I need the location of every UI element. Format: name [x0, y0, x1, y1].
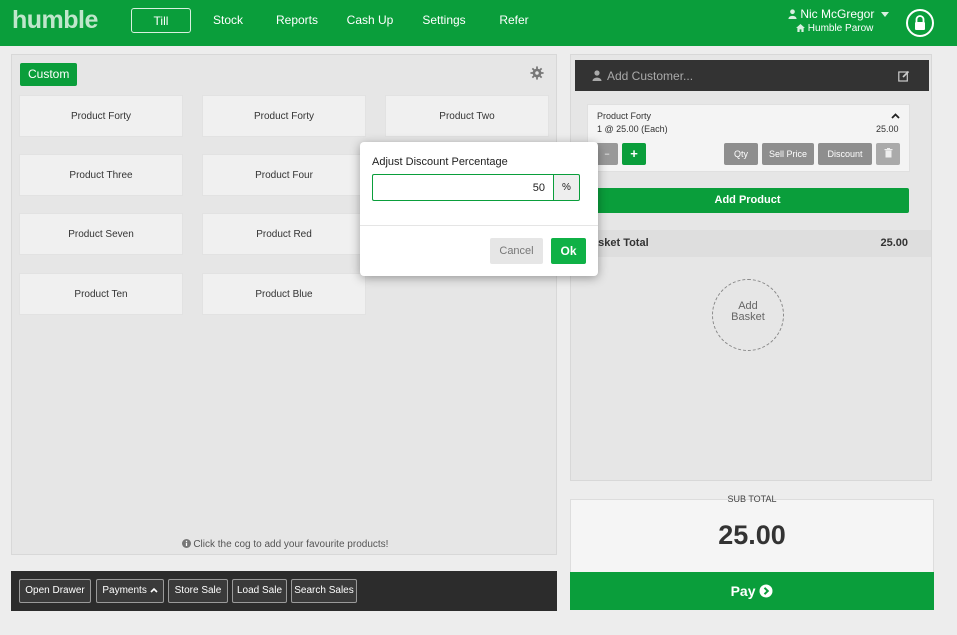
product-tile[interactable]: Product Seven [19, 213, 183, 255]
basket-panel: Add Customer... Product Forty 1 @ 25.00 … [570, 54, 932, 481]
pay-button[interactable]: Pay [570, 572, 934, 610]
subtotal-label: SUB TOTAL [727, 494, 777, 504]
store-name: Humble Parow [807, 23, 874, 34]
user-icon [788, 9, 797, 19]
qty-button[interactable]: Qty [724, 143, 758, 165]
load-sale-button[interactable]: Load Sale [232, 579, 287, 603]
info-icon [181, 539, 191, 548]
product-tile[interactable]: Product Three [19, 154, 183, 196]
top-bar: humble Till Stock Reports Cash Up Settin… [0, 0, 957, 46]
add-product-button[interactable]: Add Product [586, 188, 909, 213]
product-tile[interactable]: Product Two [385, 95, 549, 137]
payments-label: Payments [102, 585, 147, 596]
line-item-total: 25.00 [876, 124, 899, 134]
chevron-up-icon [150, 587, 158, 593]
increment-button[interactable]: + [622, 143, 646, 165]
basket-total-label: asket Total [592, 237, 649, 249]
user-menu[interactable]: Nic McGregor Humble Parow [788, 7, 889, 34]
user-icon [592, 70, 602, 81]
customer-header[interactable]: Add Customer... [575, 60, 929, 91]
product-tile[interactable]: Product Four [202, 154, 366, 196]
discount-percentage-input[interactable] [372, 174, 554, 201]
user-name-row: Nic McGregor [788, 7, 889, 21]
home-icon [796, 24, 805, 32]
nav-refer[interactable]: Refer [494, 8, 534, 33]
trash-icon [884, 148, 892, 158]
favourites-hint: Click the cog to add your favourite prod… [12, 539, 558, 550]
bottom-action-bar: Open Drawer Payments Store Sale Load Sal… [11, 571, 557, 611]
product-tile[interactable]: Product Blue [202, 273, 366, 315]
search-sales-button[interactable]: Search Sales [291, 579, 357, 603]
user-name: Nic McGregor [800, 7, 875, 21]
nav-reports[interactable]: Reports [272, 8, 322, 33]
basket-total-value: 25.00 [880, 237, 908, 249]
cancel-button[interactable]: Cancel [490, 238, 543, 264]
line-item-detail: 1 @ 25.00 (Each) [597, 124, 668, 134]
product-tile[interactable]: Product Ten [19, 273, 183, 315]
store-sale-button[interactable]: Store Sale [168, 579, 228, 603]
delete-button[interactable] [876, 143, 900, 165]
ok-button[interactable]: Ok [551, 238, 586, 264]
percent-addon: % [553, 174, 580, 201]
add-basket-line2: Basket [731, 311, 765, 323]
arrow-circle-right-icon [759, 584, 773, 598]
nav-settings[interactable]: Settings [418, 8, 470, 33]
sell-price-button[interactable]: Sell Price [762, 143, 814, 165]
edit-icon[interactable] [898, 70, 910, 82]
add-customer-label: Add Customer... [607, 69, 694, 83]
modal-title: Adjust Discount Percentage [372, 156, 508, 168]
basket-total-row: asket Total 25.00 [586, 230, 931, 257]
logo: humble [12, 6, 98, 34]
decrement-button[interactable]: − [596, 143, 618, 165]
add-basket-button[interactable]: Add Basket [712, 279, 784, 351]
nav-till[interactable]: Till [131, 8, 191, 33]
product-tile[interactable]: Product Red [202, 213, 366, 255]
lock-icon [915, 15, 925, 30]
lock-button[interactable] [906, 9, 934, 37]
products-panel: Custom Product Forty Product Forty Produ… [11, 54, 557, 555]
hint-text: Click the cog to add your favourite prod… [193, 539, 389, 550]
modal-divider [360, 225, 598, 226]
pay-label: Pay [730, 583, 756, 599]
open-drawer-button[interactable]: Open Drawer [19, 579, 91, 603]
store-row: Humble Parow [788, 23, 889, 34]
nav-stock[interactable]: Stock [206, 8, 250, 33]
discount-button[interactable]: Discount [818, 143, 872, 165]
product-tile[interactable]: Product Forty [19, 95, 183, 137]
product-tile[interactable]: Product Forty [202, 95, 366, 137]
discount-modal: Adjust Discount Percentage % Cancel Ok [360, 142, 598, 276]
caret-down-icon [880, 12, 889, 17]
subtotal-amount: 25.00 [718, 520, 786, 550]
line-item-name: Product Forty [597, 111, 652, 121]
payments-button[interactable]: Payments [96, 579, 164, 603]
gear-icon[interactable] [530, 66, 544, 80]
chevron-up-icon[interactable] [891, 113, 900, 119]
tab-custom[interactable]: Custom [20, 63, 78, 86]
nav-cash-up[interactable]: Cash Up [344, 8, 396, 33]
